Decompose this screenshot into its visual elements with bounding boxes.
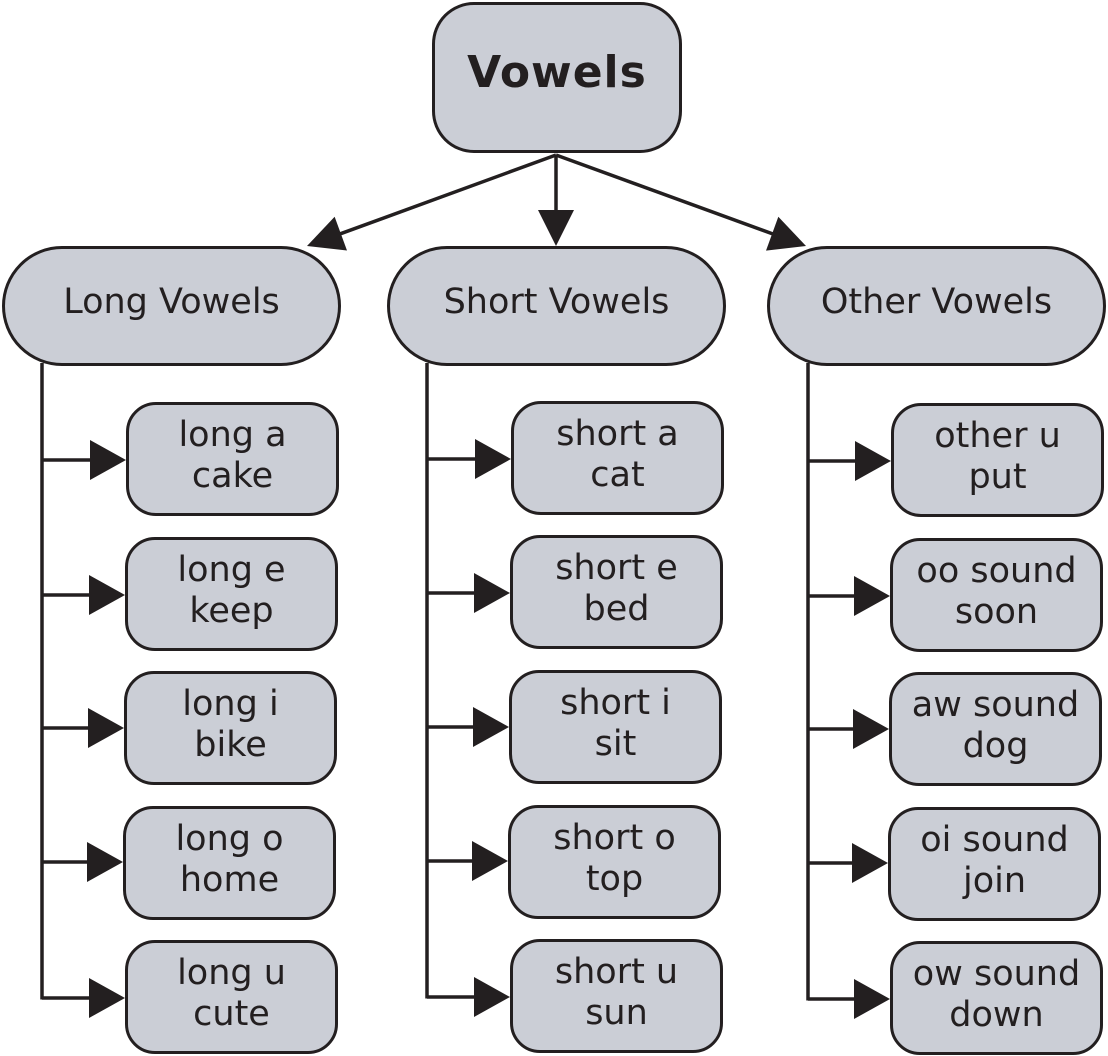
leaf-node-ow-sound: ow sound down (890, 941, 1103, 1055)
arrowhead-long-0 (90, 440, 126, 480)
leaf-node-oi-sound: oi sound join (888, 807, 1101, 921)
leaf-node-long-i: long i bike (124, 671, 337, 785)
leaf-sound: long u (177, 953, 286, 993)
leaf-example: keep (189, 591, 274, 631)
leaf-example: join (962, 861, 1027, 901)
leaf-node-long-e: long e keep (125, 537, 338, 651)
leaf-example: bed (583, 589, 650, 629)
leaf-example: put (968, 457, 1027, 497)
leaf-sound: other u (934, 416, 1061, 456)
leaf-sound: ow sound (912, 954, 1081, 994)
leaf-example: dog (962, 726, 1029, 766)
leaf-node-long-a: long a cake (126, 402, 339, 516)
leaf-node-short-u: short u sun (510, 939, 723, 1053)
leaf-example: home (179, 860, 280, 900)
arrowhead-other-0 (855, 441, 891, 481)
category-node-other-vowels: Other Vowels (767, 246, 1106, 366)
leaf-example: cute (193, 994, 270, 1034)
leaf-node-oo-sound: oo sound soon (890, 538, 1103, 652)
connector-root-to-long (334, 153, 557, 238)
arrowhead-short-2 (473, 707, 509, 747)
leaf-node-long-o: long o home (123, 806, 336, 920)
arrowhead-short-0 (475, 439, 511, 479)
leaf-sound: oo sound (916, 551, 1077, 591)
arrowhead-long-4 (89, 978, 125, 1018)
arrowhead-short-3 (472, 841, 508, 881)
leaf-example: soon (954, 592, 1039, 632)
arrowhead-other-3 (852, 843, 888, 883)
leaf-node-long-u: long u cute (125, 940, 338, 1054)
category-node-short-vowels: Short Vowels (387, 246, 726, 366)
arrowhead-other-4 (854, 979, 890, 1019)
leaf-sound: short o (553, 818, 676, 858)
arrowhead-long-1 (89, 575, 125, 615)
leaf-example: top (585, 859, 644, 899)
leaf-node-short-o: short o top (508, 805, 721, 919)
leaf-sound: short i (560, 683, 671, 723)
leaf-sound: long o (175, 819, 284, 859)
leaf-node-aw-sound: aw sound dog (889, 672, 1102, 786)
connector-root-to-other (555, 153, 779, 238)
leaf-sound: short a (556, 414, 679, 454)
leaf-sound: oi sound (920, 820, 1069, 860)
leaf-node-short-e: short e bed (510, 535, 723, 649)
leaf-example: bike (194, 725, 267, 765)
category-label: Other Vowels (820, 282, 1053, 322)
leaf-node-short-a: short a cat (511, 401, 724, 515)
root-node-label: Vowels (467, 47, 647, 98)
leaf-example: cake (191, 456, 274, 496)
leaf-example: down (949, 995, 1044, 1035)
leaf-sound: long i (182, 684, 279, 724)
arrowhead-long-2 (88, 708, 124, 748)
arrowhead-short-1 (474, 573, 510, 613)
leaf-example: cat (590, 455, 645, 495)
leaf-node-other-u: other u put (891, 403, 1104, 517)
arrowhead-other-2 (853, 709, 889, 749)
category-label: Short Vowels (443, 282, 670, 322)
leaf-node-short-i: short i sit (509, 670, 722, 784)
arrowhead-long-3 (87, 842, 123, 882)
arrowhead-short-4 (474, 977, 510, 1017)
leaf-sound: aw sound (911, 685, 1080, 725)
leaf-example: sun (585, 993, 648, 1033)
leaf-example: sit (594, 724, 637, 764)
leaf-sound: long e (177, 550, 286, 590)
category-node-long-vowels: Long Vowels (2, 246, 341, 366)
leaf-sound: short u (554, 952, 679, 992)
root-node-vowels: Vowels (432, 2, 682, 153)
arrowhead-root-to-short (538, 210, 574, 246)
leaf-sound: short e (555, 548, 678, 588)
category-label: Long Vowels (63, 282, 280, 322)
arrowhead-other-1 (854, 576, 890, 616)
leaf-sound: long a (178, 415, 287, 455)
